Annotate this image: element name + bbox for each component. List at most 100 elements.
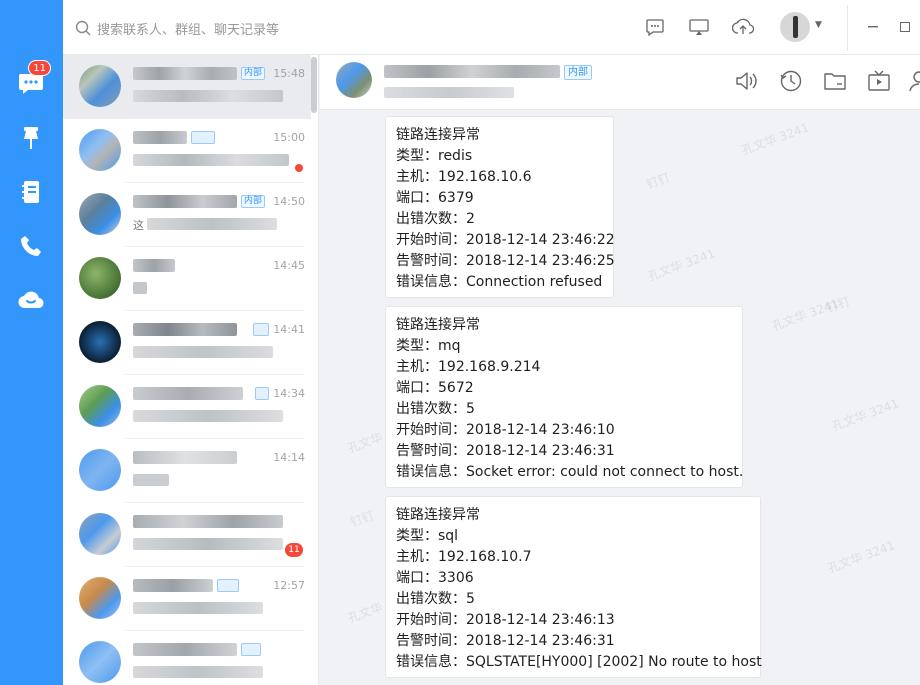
- blurred-text: [133, 579, 213, 592]
- messages-icon[interactable]: 11: [15, 60, 51, 100]
- speaker-icon[interactable]: [734, 68, 760, 94]
- scrollbar[interactable]: [311, 57, 317, 113]
- unread-dot: [295, 164, 303, 172]
- conversation-time: 14:45: [273, 259, 305, 272]
- screen-share-icon[interactable]: [687, 15, 711, 39]
- blurred-text: [384, 65, 560, 78]
- contacts-book-icon[interactable]: [15, 176, 47, 208]
- conversation-item[interactable]: 11: [63, 503, 311, 567]
- avatar: [79, 257, 121, 299]
- history-clock-icon[interactable]: [778, 68, 804, 94]
- message-line: 开始时间：2018-12-14 23:46:22: [396, 232, 615, 248]
- avatar: [79, 193, 121, 235]
- internal-tag: 内部: [564, 65, 592, 80]
- blurred-text: [133, 538, 283, 550]
- blurred-text: [133, 323, 237, 336]
- blurred-text: [133, 259, 175, 272]
- message-line: 错误信息：Connection refused: [396, 274, 603, 290]
- avatar: [79, 641, 121, 683]
- message-line: 主机：192.168.10.6: [396, 169, 532, 185]
- conversation-time: 14:34: [273, 387, 305, 400]
- message-line: 主机：192.168.9.214: [396, 359, 541, 375]
- chat-header: 内部: [320, 55, 920, 110]
- watermark-text: 孔文华 3241: [769, 296, 841, 334]
- minimize-icon[interactable]: [863, 17, 883, 37]
- message-line: 类型：mq: [396, 338, 461, 354]
- blurred-text: [133, 474, 169, 486]
- message-bubble[interactable]: 链路连接异常 类型：mq 主机：192.168.9.214 端口：5672 出错…: [385, 306, 743, 488]
- blurred-text: [133, 131, 187, 144]
- blurred-text: [147, 218, 277, 230]
- message-bubble[interactable]: 链路连接异常 类型：sql 主机：192.168.10.7 端口：3306 出错…: [385, 496, 762, 678]
- caret-down-icon[interactable]: ▼: [815, 20, 822, 30]
- conversation-time: 12:57: [273, 579, 305, 592]
- avatar: [79, 385, 121, 427]
- message-title: 链路连接异常: [396, 317, 480, 333]
- add-member-icon[interactable]: [908, 68, 920, 94]
- blurred-text: [133, 154, 289, 166]
- avatar: [79, 321, 121, 363]
- message-line: 错误信息：SQLSTATE[HY000] [2002] No route to …: [396, 654, 762, 670]
- message-line: 端口：5672: [396, 380, 474, 396]
- blurred-text: [133, 602, 263, 614]
- avatar: [79, 577, 121, 619]
- conversation-item[interactable]: 14:41: [63, 311, 311, 375]
- message-line: 错误信息：Socket error: could not connect to …: [396, 464, 744, 480]
- message-bubble[interactable]: 链路连接异常 类型：redis 主机：192.168.10.6 端口：6379 …: [385, 116, 615, 298]
- search-icon: [75, 20, 91, 36]
- cloud-icon[interactable]: [15, 284, 47, 316]
- search-input[interactable]: 搜索联系人、群组、聊天记录等: [97, 19, 279, 38]
- left-rail: 11: [0, 0, 63, 685]
- conversation-time: 15:00: [273, 131, 305, 144]
- unread-badge: 11: [28, 60, 51, 76]
- unread-badge: 11: [285, 543, 303, 557]
- message-line: 类型：redis: [396, 148, 473, 164]
- live-tv-icon[interactable]: [866, 68, 892, 94]
- blurred-text: [384, 87, 514, 98]
- conversation-item[interactable]: [63, 631, 311, 685]
- conversation-time: 14:50: [273, 195, 305, 208]
- blurred-text: [133, 90, 283, 102]
- folder-icon[interactable]: [822, 68, 848, 94]
- blurred-text: [133, 451, 237, 464]
- conversation-time: 14:14: [273, 451, 305, 464]
- message-line: 出错次数：5: [396, 401, 475, 417]
- conversation-preview: 这: [133, 219, 144, 232]
- message-line: 告警时间：2018-12-14 23:46:31: [396, 443, 615, 459]
- search-box[interactable]: 搜索联系人、群组、聊天记录等: [75, 16, 335, 40]
- conversation-item[interactable]: 内部 14:50 这: [63, 183, 311, 247]
- message-line: 端口：3306: [396, 570, 474, 586]
- blurred-text: [133, 515, 283, 528]
- message-line: 开始时间：2018-12-14 23:46:10: [396, 422, 615, 438]
- conversation-list: 内部 15:48 15:00 内部 14:50 这 14:45 14:41 14…: [63, 55, 319, 685]
- avatar: [79, 449, 121, 491]
- internal-tag: 内部: [241, 67, 266, 80]
- conversation-item[interactable]: 14:45: [63, 247, 311, 311]
- phone-icon[interactable]: [15, 230, 47, 262]
- message-bubble-icon[interactable]: [643, 15, 667, 39]
- user-avatar[interactable]: [780, 12, 810, 42]
- conversation-item[interactable]: 14:34: [63, 375, 311, 439]
- internal-tag: 内部: [241, 195, 266, 208]
- conversation-item[interactable]: 内部 15:48: [63, 55, 311, 119]
- blurred-text: [133, 643, 237, 656]
- divider: [847, 5, 848, 51]
- blurred-text: [133, 346, 273, 358]
- message-line: 出错次数：2: [396, 211, 475, 227]
- cloud-upload-icon[interactable]: [731, 15, 755, 39]
- avatar: [79, 65, 121, 107]
- maximize-icon[interactable]: [895, 17, 915, 37]
- message-line: 告警时间：2018-12-14 23:46:25: [396, 253, 615, 269]
- pin-icon[interactable]: [15, 122, 47, 154]
- conversation-item[interactable]: 14:14: [63, 439, 311, 503]
- avatar: [79, 129, 121, 171]
- conversation-item[interactable]: 12:57: [63, 567, 311, 631]
- message-title: 链路连接异常: [396, 507, 480, 523]
- conversation-item[interactable]: 15:00: [63, 119, 311, 183]
- watermark-text: 孔文华 3241: [829, 396, 901, 434]
- blurred-text: [133, 410, 283, 422]
- message-line: 端口：6379: [396, 190, 474, 206]
- message-line: 出错次数：5: [396, 591, 475, 607]
- conversation-time: 14:41: [273, 323, 305, 336]
- blurred-text: [133, 387, 243, 400]
